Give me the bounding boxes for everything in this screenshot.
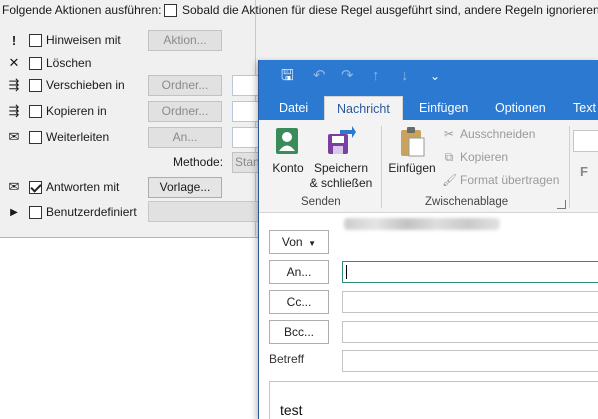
font-letter[interactable]: F [580, 164, 588, 179]
down-arrow-icon[interactable]: ↓ [401, 66, 409, 86]
bcc-field[interactable] [342, 321, 598, 343]
ribbon: Konto Speichern & schließen Senden Einfü… [259, 120, 598, 213]
tab-format-text[interactable]: Text f [561, 96, 598, 120]
forward-label: Weiterleiten [46, 130, 110, 144]
group-clipboard-label: Zwischenablage [425, 196, 509, 208]
clipboard-launcher-icon[interactable] [557, 200, 566, 209]
action-row-copy[interactable]: ⇶ Kopieren in [0, 101, 107, 121]
cut-button[interactable]: ✂ Ausschneiden [442, 124, 535, 144]
tab-file[interactable]: Datei [267, 96, 320, 120]
paste-button[interactable]: Einfügen [385, 126, 439, 176]
tab-options[interactable]: Optionen [483, 96, 558, 120]
format-painter-icon: 🖌 [442, 173, 458, 187]
subject-field[interactable] [342, 350, 598, 372]
move-folder-button[interactable]: Ordner... [148, 75, 222, 96]
outlook-compose-window: 🖫 ↶ ↷ ↑ ↓ ⌄ Datei Nachricht Einfügen Opt… [258, 60, 598, 419]
reply-label: Antworten mit [46, 180, 120, 194]
scissors-icon: ✂ [443, 127, 455, 141]
compose-area: Von ▼ An... Cc... Bcc... Betreff test [259, 214, 598, 419]
move-label: Verschieben in [46, 78, 125, 92]
format-painter-button[interactable]: 🖌 Format übertragen [442, 170, 559, 190]
ribbon-separator [381, 126, 382, 208]
font-name-box[interactable] [573, 130, 598, 152]
actions-header: Folgende Aktionen ausführen: [2, 3, 162, 17]
paste-icon [397, 126, 427, 158]
delete-label: Löschen [46, 56, 92, 70]
save-close-label-1: Speichern [313, 161, 369, 175]
message-body[interactable]: test [269, 381, 598, 419]
undo-icon[interactable]: ↶ [313, 66, 326, 86]
to-field[interactable] [342, 261, 598, 283]
group-send-label: Senden [301, 196, 341, 208]
tab-insert[interactable]: Einfügen [407, 96, 480, 120]
template-button[interactable]: Vorlage... [148, 177, 222, 198]
account-button[interactable]: Konto [267, 126, 309, 176]
save-close-icon [326, 126, 356, 158]
reply-icon: ✉ [8, 179, 20, 194]
copy-label: Kopieren in [46, 104, 107, 118]
copy-icon: ⧉ [444, 150, 454, 164]
notify-label: Hinweisen mit [46, 33, 121, 47]
action-row-delete[interactable]: ✕ Löschen [0, 53, 92, 73]
customize-qat-icon[interactable]: ⌄ [430, 66, 440, 86]
expand-arrow-icon[interactable]: ▶ [3, 207, 25, 218]
account-icon [273, 126, 303, 158]
action-row-reply[interactable]: ✉ Antworten mit [0, 177, 120, 197]
copy-checkbox[interactable] [29, 104, 42, 118]
move-checkbox[interactable] [29, 78, 42, 92]
copy-folder-button[interactable]: Ordner... [148, 101, 222, 122]
cc-button[interactable]: Cc... [269, 290, 329, 314]
reply-checkbox[interactable] [29, 180, 42, 194]
to-button[interactable]: An... [269, 260, 329, 284]
account-label: Konto [272, 161, 304, 175]
chevron-down-icon: ▼ [305, 239, 317, 248]
subject-label: Betreff [269, 352, 305, 366]
text-caret [346, 265, 347, 279]
action-button[interactable]: Aktion... [148, 30, 222, 51]
save-close-label-2: & schließen [309, 176, 373, 190]
action-row-custom[interactable]: ▶ Benutzerdefiniert [0, 202, 137, 222]
save-icon[interactable]: 🖫 [281, 66, 294, 86]
up-arrow-icon[interactable]: ↑ [372, 66, 380, 86]
method-label: Methode: [173, 155, 224, 169]
stop-rule-option[interactable]: Sobald die Aktionen für diese Regel ausg… [164, 3, 598, 17]
stop-rule-checkbox[interactable] [164, 3, 177, 17]
tab-message[interactable]: Nachricht [324, 96, 403, 120]
move-folder-icon: ⇶ [8, 77, 20, 92]
save-close-button[interactable]: Speichern & schließen [309, 126, 373, 191]
format-painter-label: Format übertragen [460, 173, 560, 187]
copy-label: Kopieren [460, 150, 509, 164]
forward-icon: ✉ [8, 129, 20, 144]
copy-folder-icon: ⇶ [8, 103, 20, 118]
custom-checkbox[interactable] [29, 205, 42, 219]
cut-label: Ausschneiden [460, 127, 536, 141]
forward-to-button[interactable]: An... [148, 127, 222, 148]
from-button[interactable]: Von ▼ [269, 230, 329, 254]
action-row-notify[interactable]: ! Hinweisen mit [0, 30, 121, 50]
stop-rule-label: Sobald die Aktionen für diese Regel ausg… [182, 3, 598, 17]
delete-checkbox[interactable] [29, 56, 42, 70]
message-body-text: test [280, 402, 303, 418]
delete-x-icon: ✕ [8, 55, 20, 70]
action-row-move[interactable]: ⇶ Verschieben in [0, 75, 125, 95]
notify-checkbox[interactable] [29, 33, 42, 47]
forward-checkbox[interactable] [29, 130, 42, 144]
bcc-button[interactable]: Bcc... [269, 320, 329, 344]
redo-icon[interactable]: ↷ [341, 66, 354, 86]
paste-label: Einfügen [388, 161, 436, 175]
ribbon-tabs: Datei Nachricht Einfügen Optionen Text f [259, 92, 598, 120]
custom-label: Benutzerdefiniert [46, 205, 137, 219]
ribbon-separator [569, 126, 570, 208]
from-address-redacted [344, 218, 500, 230]
cc-field[interactable] [342, 291, 598, 313]
copy-button[interactable]: ⧉ Kopieren [442, 147, 508, 167]
exclamation-icon: ! [11, 32, 17, 48]
quick-access-toolbar: 🖫 ↶ ↷ ↑ ↓ ⌄ [259, 60, 598, 92]
custom-action-field [148, 201, 268, 222]
from-label: Von [281, 235, 303, 249]
action-row-forward[interactable]: ✉ Weiterleiten [0, 127, 110, 147]
